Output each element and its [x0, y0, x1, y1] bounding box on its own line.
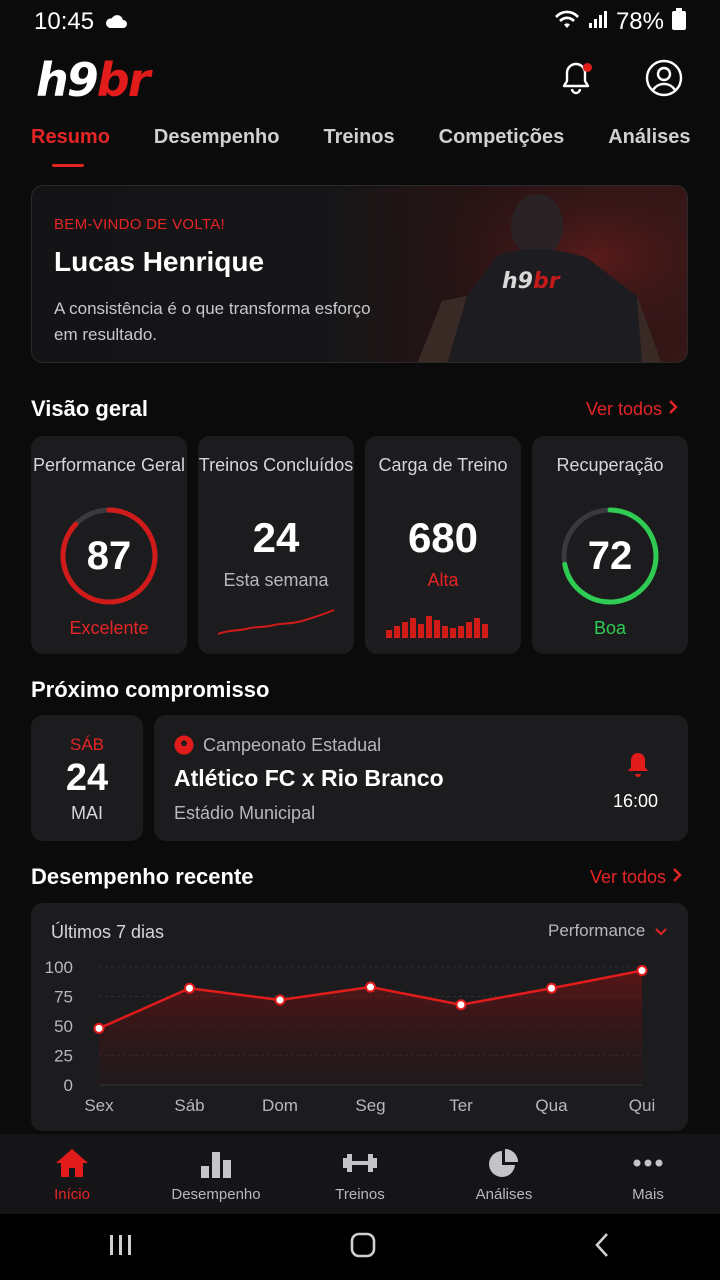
x-tick-label: Qua [535, 1096, 568, 1115]
stat-sub: Excelente [69, 618, 149, 638]
nav-analises[interactable]: Análises [432, 1134, 576, 1214]
x-tick-label: Seg [355, 1096, 385, 1115]
recent-performance-title: Desempenho recente [31, 864, 254, 889]
chart-point [93, 1022, 105, 1034]
event-weekday: SÁB [69, 735, 105, 754]
nav-desempenho[interactable]: Desempenho [144, 1134, 288, 1214]
y-tick-label: 100 [45, 958, 73, 977]
training-load-card[interactable]: Carga de Treino 680 Alta [365, 436, 521, 654]
trend-sparkline [217, 609, 335, 635]
reminder-bell-icon[interactable] [625, 751, 651, 784]
motivational-quote: A consistência é o que transforma esforç… [54, 299, 371, 344]
app-logo[interactable]: h9br [36, 53, 150, 107]
signal-icon [588, 8, 608, 36]
stat-label: Performance Geral [32, 455, 186, 475]
load-bar-sparkline [386, 616, 488, 638]
battery-percent: 78% [615, 8, 664, 35]
tab-competicoes[interactable]: Competições [439, 126, 565, 167]
tab-analises[interactable]: Análises [608, 126, 690, 167]
next-event-title: Próximo compromisso [31, 677, 270, 702]
cloud-icon [104, 8, 128, 36]
chevron-right-icon [668, 399, 678, 420]
tab-resumo[interactable]: Resumo [31, 126, 110, 167]
home-button-icon[interactable] [349, 1231, 377, 1264]
trainings-card[interactable]: Treinos Concluídos 24 Esta semana [198, 436, 354, 654]
profile-button[interactable] [644, 58, 684, 103]
overview-see-all-link[interactable]: Ver todos [586, 399, 678, 420]
chart-point [636, 965, 648, 977]
y-tick-label: 25 [54, 1047, 73, 1066]
battery-icon [672, 7, 686, 37]
event-date-card[interactable]: SÁB 24 MAI [31, 715, 143, 841]
nav-treinos[interactable]: Treinos [288, 1134, 432, 1214]
pie-chart-icon [487, 1148, 521, 1182]
chart-point [365, 981, 376, 993]
back-icon[interactable] [592, 1231, 612, 1264]
chart-point [546, 982, 557, 994]
x-tick-label: Sáb [174, 1096, 204, 1115]
svg-text:h9br: h9br [502, 269, 561, 294]
event-time: 16:00 [613, 791, 659, 811]
performance-chart-card: Últimos 7 dias Performance 100 75 50 25 0 Sex… [31, 903, 688, 1131]
status-time: 10:45 [34, 8, 95, 35]
recovery-card[interactable]: Recuperação 72 Boa [532, 436, 688, 654]
top-tabs: Resumo Desempenho Treinos Competições An… [0, 126, 720, 178]
stat-value: 24 [252, 514, 300, 561]
more-dots-icon [631, 1148, 665, 1182]
chevron-right-icon [672, 867, 682, 888]
y-tick-label: 50 [54, 1017, 73, 1036]
event-competition: Campeonato Estadual [203, 735, 382, 755]
notifications-button[interactable] [556, 60, 596, 100]
event-match: Atlético FC x Rio Branco [174, 765, 444, 791]
athlete-photo: h9br [387, 186, 687, 362]
chart-point [455, 999, 467, 1011]
bar-chart-icon [199, 1148, 233, 1182]
soccer-ball-icon [174, 735, 194, 760]
user-icon [644, 58, 684, 103]
dumbbell-icon [341, 1148, 379, 1182]
status-bar: 10:45 78% [0, 0, 720, 44]
stat-sub: Boa [593, 618, 627, 638]
stat-label: Treinos Concluídos [198, 455, 354, 475]
x-tick-label: Sex [84, 1096, 114, 1115]
event-month: MAI [70, 803, 103, 823]
event-venue: Estádio Municipal [174, 803, 316, 823]
performance-card[interactable]: Performance Geral 87 Excelente [31, 436, 187, 654]
app-header: h9br [0, 50, 720, 110]
chart-point [274, 994, 286, 1006]
stat-sub: Alta [427, 570, 459, 590]
wifi-icon [554, 8, 580, 36]
recent-see-all-link[interactable]: Ver todos [590, 867, 682, 888]
stat-value: 72 [587, 533, 633, 578]
event-day: 24 [65, 757, 109, 799]
athlete-name: Lucas Henrique [54, 246, 265, 277]
welcome-kicker: BEM-VINDO DE VOLTA! [54, 216, 226, 233]
stat-value: 680 [407, 514, 479, 561]
nav-inicio[interactable]: Início [0, 1134, 144, 1214]
overview-title: Visão geral [31, 396, 148, 421]
tab-desempenho[interactable]: Desempenho [154, 126, 280, 167]
tab-treinos[interactable]: Treinos [324, 126, 395, 167]
home-icon [55, 1148, 89, 1182]
chart-point [184, 982, 195, 994]
x-tick-label: Dom [262, 1096, 298, 1115]
event-card[interactable]: Campeonato Estadual Atlético FC x Rio Br… [154, 715, 688, 841]
x-tick-label: Qui [629, 1096, 655, 1115]
welcome-banner: h9br BEM-VINDO DE VOLTA! Lucas Henrique … [31, 185, 688, 363]
stat-sub: Esta semana [223, 570, 329, 590]
notification-dot [583, 63, 592, 72]
stat-value: 87 [86, 533, 132, 578]
stat-label: Recuperação [556, 455, 664, 475]
nav-mais[interactable]: Mais [576, 1134, 720, 1214]
system-navigation-bar [0, 1214, 720, 1280]
performance-area-chart: 100 75 50 25 0 Sex Sáb Dom Seg Ter Qua Qui [45, 958, 656, 1115]
y-tick-label: 0 [64, 1076, 73, 1095]
y-tick-label: 75 [54, 988, 73, 1007]
stat-label: Carga de Treino [378, 455, 508, 475]
x-tick-label: Ter [449, 1096, 473, 1115]
bottom-navigation: Início Desempenho Treinos Análises Mais [0, 1134, 720, 1214]
recent-apps-icon[interactable] [108, 1233, 134, 1262]
